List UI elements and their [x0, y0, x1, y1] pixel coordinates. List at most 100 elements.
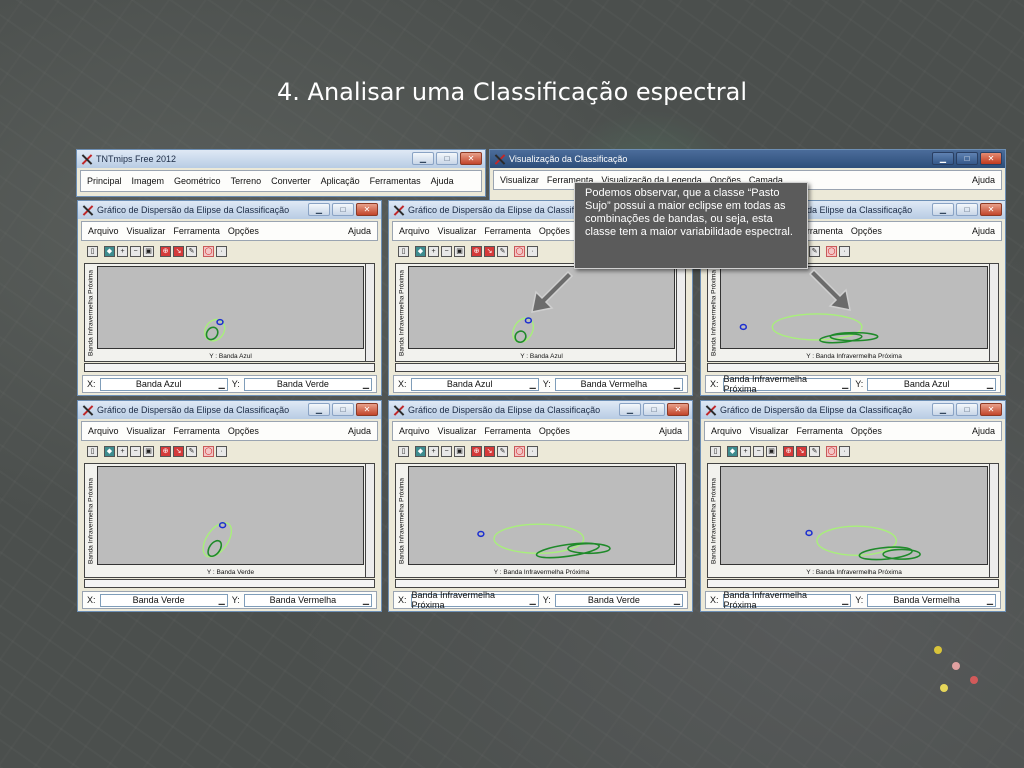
minimize-button[interactable]: ▁ [932, 152, 954, 165]
eraser-icon[interactable]: ✎ [497, 245, 508, 257]
menu-ajuda[interactable]: Ajuda [659, 426, 682, 436]
menu-ajuda[interactable]: Ajuda [972, 426, 995, 436]
plot-titlebar[interactable]: Gráfico de Dispersão da Elipse da Classi… [701, 401, 1005, 419]
maximize-button[interactable]: □ [643, 403, 665, 416]
y-band-select[interactable]: Banda Vermelha ▁ [554, 377, 683, 391]
new-icon[interactable]: ▯ [710, 445, 721, 457]
minimize-button[interactable]: ▁ [932, 403, 954, 416]
select-icon[interactable]: ⊕ [160, 445, 171, 457]
vertical-scrollbar[interactable] [989, 464, 998, 577]
plot-area[interactable] [720, 466, 988, 565]
menu-arquivo[interactable]: Arquivo [711, 426, 742, 436]
dot-icon[interactable]: · [527, 445, 538, 457]
x-band-select[interactable]: Banda Infravermelha Próxima ▁ [722, 590, 852, 610]
vertical-scrollbar[interactable] [676, 264, 685, 361]
x-band-select[interactable]: Banda Infravermelha Próxima ▁ [410, 590, 539, 610]
pan-icon[interactable]: ◆ [415, 245, 426, 257]
y-band-select[interactable]: Banda Verde ▁ [243, 377, 372, 391]
close-button[interactable]: ✕ [980, 203, 1002, 216]
dot-icon[interactable]: · [839, 445, 850, 457]
zoom-in-icon[interactable]: + [117, 445, 128, 457]
select-icon[interactable]: ⊕ [471, 245, 482, 257]
plot-area[interactable] [408, 466, 675, 565]
arrow-tool-icon[interactable]: ↘ [484, 445, 495, 457]
new-icon[interactable]: ▯ [87, 245, 98, 257]
minimize-button[interactable]: ▁ [619, 403, 641, 416]
pan-icon[interactable]: ◆ [727, 445, 738, 457]
plot-area[interactable] [97, 266, 364, 349]
x-band-select[interactable]: Banda Infravermelha Próxima ▁ [722, 374, 852, 394]
menu-ajuda[interactable]: Ajuda [972, 175, 995, 185]
maximize-button[interactable]: □ [956, 152, 978, 165]
new-icon[interactable]: ▯ [398, 445, 409, 457]
minimize-button[interactable]: ▁ [932, 203, 954, 216]
zoom-out-icon[interactable]: − [441, 245, 452, 257]
menu-opcoes[interactable]: Opções [851, 226, 882, 236]
zoom-in-icon[interactable]: + [428, 445, 439, 457]
vertical-scrollbar[interactable] [989, 264, 998, 361]
menu-ferramenta[interactable]: Ferramenta [173, 226, 220, 236]
arrow-tool-icon[interactable]: ↘ [484, 245, 495, 257]
x-band-select[interactable]: Banda Verde ▁ [99, 593, 228, 607]
eraser-icon[interactable]: ✎ [497, 445, 508, 457]
horizontal-scrollbar[interactable] [84, 579, 375, 588]
close-button[interactable]: ✕ [980, 152, 1002, 165]
menu-opcoes[interactable]: Opções [228, 426, 259, 436]
zoom-box-icon[interactable]: ▣ [454, 445, 465, 457]
eraser-icon[interactable]: ✎ [809, 245, 820, 257]
main-titlebar[interactable]: TNTmips Free 2012 ▁ □ ✕ [77, 150, 485, 168]
ellipse-icon[interactable]: ◯ [203, 445, 214, 457]
menu-imagem[interactable]: Imagem [132, 176, 165, 186]
eraser-icon[interactable]: ✎ [186, 245, 197, 257]
maximize-button[interactable]: □ [332, 203, 354, 216]
eraser-icon[interactable]: ✎ [186, 445, 197, 457]
zoom-out-icon[interactable]: − [441, 445, 452, 457]
minimize-button[interactable]: ▁ [308, 203, 330, 216]
menu-ferramenta[interactable]: Ferramenta [796, 426, 843, 436]
maximize-button[interactable]: □ [436, 152, 458, 165]
menu-opcoes[interactable]: Opções [851, 426, 882, 436]
menu-terreno[interactable]: Terreno [231, 176, 262, 186]
vertical-scrollbar[interactable] [365, 264, 374, 361]
plot-titlebar[interactable]: Gráfico de Dispersão da Elipse da Classi… [78, 201, 381, 219]
menu-visualizar[interactable]: Visualizar [438, 226, 477, 236]
ellipse-icon[interactable]: ◯ [514, 445, 525, 457]
zoom-box-icon[interactable]: ▣ [143, 445, 154, 457]
eraser-icon[interactable]: ✎ [809, 445, 820, 457]
zoom-in-icon[interactable]: + [117, 245, 128, 257]
menu-arquivo[interactable]: Arquivo [88, 226, 119, 236]
horizontal-scrollbar[interactable] [707, 363, 999, 372]
zoom-in-icon[interactable]: + [740, 445, 751, 457]
dot-icon[interactable]: · [527, 245, 538, 257]
arrow-tool-icon[interactable]: ↘ [173, 245, 184, 257]
maximize-button[interactable]: □ [956, 403, 978, 416]
menu-opcoes[interactable]: Opções [539, 426, 570, 436]
menu-aplicacao[interactable]: Aplicação [321, 176, 360, 186]
pan-icon[interactable]: ◆ [104, 445, 115, 457]
horizontal-scrollbar[interactable] [707, 579, 999, 588]
menu-ferramenta[interactable]: Ferramenta [484, 226, 531, 236]
plot-titlebar[interactable]: Gráfico de Dispersão da Elipse da Classi… [389, 401, 692, 419]
menu-converter[interactable]: Converter [271, 176, 311, 186]
menu-arquivo[interactable]: Arquivo [399, 226, 430, 236]
zoom-box-icon[interactable]: ▣ [143, 245, 154, 257]
menu-ajuda[interactable]: Ajuda [348, 226, 371, 236]
zoom-box-icon[interactable]: ▣ [766, 445, 777, 457]
menu-arquivo[interactable]: Arquivo [88, 426, 119, 436]
menu-ajuda[interactable]: Ajuda [972, 226, 995, 236]
menu-ferramentas[interactable]: Ferramentas [370, 176, 421, 186]
maximize-button[interactable]: □ [956, 203, 978, 216]
menu-opcoes[interactable]: Opções [228, 226, 259, 236]
select-icon[interactable]: ⊕ [160, 245, 171, 257]
zoom-out-icon[interactable]: − [130, 245, 141, 257]
close-button[interactable]: ✕ [356, 403, 378, 416]
x-band-select[interactable]: Banda Azul ▁ [410, 377, 539, 391]
menu-visualizar[interactable]: Visualizar [500, 175, 539, 185]
ellipse-icon[interactable]: ◯ [826, 245, 837, 257]
zoom-out-icon[interactable]: − [130, 445, 141, 457]
zoom-in-icon[interactable]: + [428, 245, 439, 257]
ellipse-icon[interactable]: ◯ [826, 445, 837, 457]
menu-geometrico[interactable]: Geométrico [174, 176, 221, 186]
menu-ferramenta[interactable]: Ferramenta [173, 426, 220, 436]
arrow-tool-icon[interactable]: ↘ [173, 445, 184, 457]
